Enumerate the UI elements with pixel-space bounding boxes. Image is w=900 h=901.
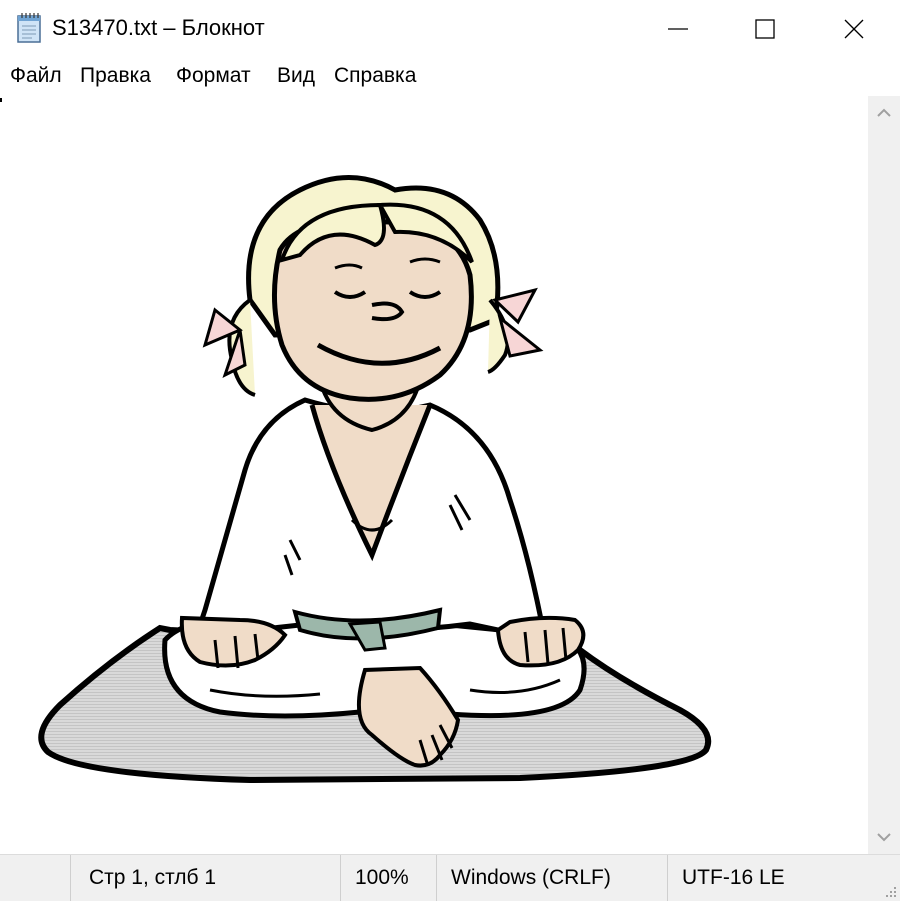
menu-file[interactable]: Файл	[8, 64, 64, 88]
window-title: S13470.txt – Блокнот	[52, 15, 265, 40]
chevron-up-icon	[877, 108, 891, 117]
status-line-endings: Windows (CRLF)	[436, 855, 611, 901]
menu-view[interactable]: Вид	[275, 64, 317, 88]
close-button[interactable]	[808, 0, 900, 58]
scroll-down-button[interactable]	[868, 820, 900, 854]
close-icon	[844, 19, 864, 39]
status-encoding: UTF-16 LE	[667, 855, 785, 901]
resize-grip-icon[interactable]	[882, 883, 898, 899]
vertical-scrollbar[interactable]	[868, 96, 900, 854]
scroll-up-button[interactable]	[868, 96, 900, 130]
status-zoom: 100%	[340, 855, 409, 901]
menu-format[interactable]: Формат	[174, 64, 253, 88]
text-editor[interactable]	[0, 96, 868, 854]
status-bar: Стр 1, стлб 1 100% Windows (CRLF) UTF-16…	[0, 854, 900, 901]
status-cursor-position: Стр 1, стлб 1	[70, 855, 216, 901]
title-bar[interactable]: S13470.txt – Блокнот	[0, 0, 900, 58]
menu-edit[interactable]: Правка	[78, 64, 153, 88]
maximize-button[interactable]	[719, 0, 811, 58]
menu-help[interactable]: Справка	[332, 64, 418, 88]
maximize-icon	[755, 19, 775, 39]
menu-bar: Файл Правка Формат Вид Справка	[0, 58, 900, 97]
notepad-icon	[17, 13, 41, 43]
chevron-down-icon	[877, 833, 891, 842]
right-hand	[495, 615, 586, 668]
meditating-girl-illustration	[38, 175, 712, 784]
minimize-icon	[668, 28, 688, 30]
text-caret	[0, 98, 2, 102]
minimize-button[interactable]	[632, 0, 724, 58]
